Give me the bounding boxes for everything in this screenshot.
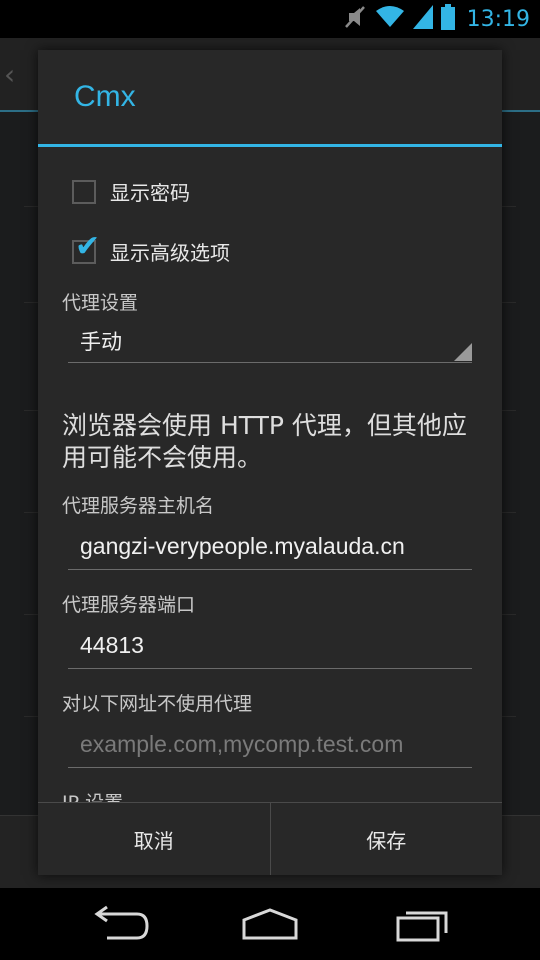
show-password-row[interactable]: 显示密码 (72, 177, 190, 206)
proxy-host-value: gangzi-verypeople.myalauda.cn (80, 533, 405, 559)
proxy-host-input[interactable]: gangzi-verypeople.myalauda.cn (68, 525, 472, 570)
bypass-input[interactable]: example.com,mycomp.test.com (68, 723, 472, 768)
proxy-mode-value: 手动 (80, 330, 122, 354)
show-password-label: 显示密码 (110, 181, 190, 205)
status-icons: 13:19 (343, 0, 530, 38)
bypass-placeholder: example.com,mycomp.test.com (80, 731, 404, 757)
home-icon[interactable] (235, 904, 305, 944)
mute-icon (343, 4, 367, 34)
proxy-port-input[interactable]: 44813 (68, 624, 472, 669)
checkmark-icon: ✔ (75, 228, 101, 264)
spinner-arrow-icon (454, 343, 472, 361)
proxy-port-value: 44813 (80, 632, 144, 658)
proxy-host-label: 代理服务器主机名 (62, 495, 215, 517)
recents-icon[interactable] (390, 904, 460, 944)
proxy-port-label: 代理服务器端口 (62, 594, 196, 616)
dialog-title: Cmx (74, 80, 136, 113)
back-icon[interactable] (85, 904, 155, 944)
save-button[interactable]: 保存 (271, 803, 503, 875)
signal-icon (412, 5, 433, 33)
wifi-icon (375, 5, 405, 33)
show-advanced-label: 显示高级选项 (110, 241, 230, 265)
bypass-label: 对以下网址不使用代理 (62, 693, 253, 715)
status-time: 13:19 (466, 6, 530, 32)
navigation-bar (0, 888, 540, 960)
battery-icon (440, 4, 455, 34)
show-advanced-row[interactable]: ✔ 显示高级选项 (72, 231, 230, 266)
proxy-settings-dialog: Cmx 显示密码 ✔ 显示高级选项 代理设置 手动 浏览器会使用 HTTP 代理… (38, 50, 502, 875)
background-back-chevron-icon: ‹ (4, 58, 16, 91)
proxy-mode-spinner[interactable]: 手动 (68, 318, 472, 363)
proxy-settings-label: 代理设置 (62, 292, 139, 314)
status-bar: 13:19 (0, 0, 540, 38)
cancel-button[interactable]: 取消 (38, 803, 270, 875)
show-advanced-checkbox[interactable]: ✔ (72, 231, 100, 264)
dialog-button-bar: 取消 保存 (38, 802, 502, 875)
proxy-info-text: 浏览器会使用 HTTP 代理，但其他应用可能不会使用。 (62, 411, 467, 472)
show-password-checkbox[interactable] (72, 179, 96, 204)
title-divider (38, 144, 502, 147)
